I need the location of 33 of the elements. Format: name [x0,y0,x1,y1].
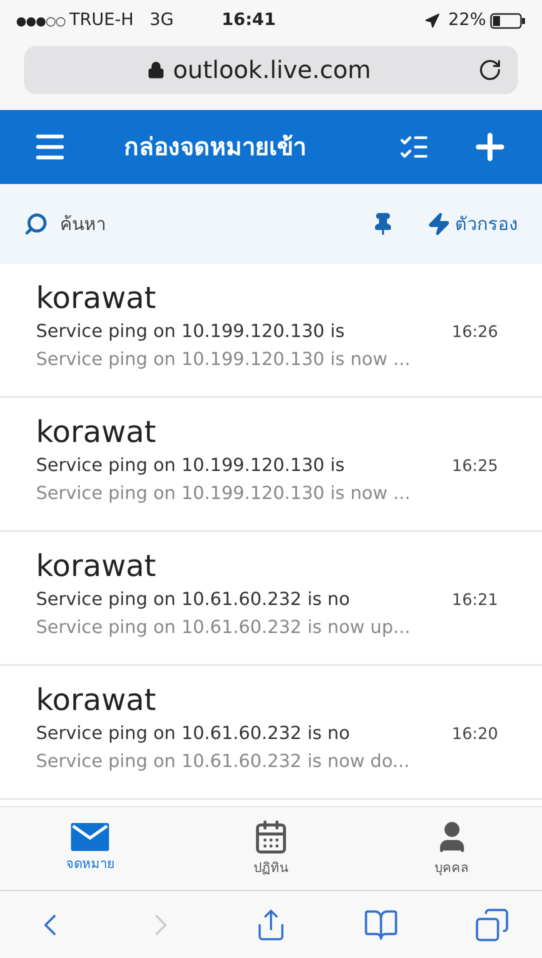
tab-item[interactable]: บุคคล [361,807,542,890]
message-subject: Service ping on 10.199.120.130 is [36,320,345,344]
message-subject: Service ping on 10.199.120.130 is [36,454,345,478]
sender-name: korawat [36,414,158,452]
message-time: 16:21 [452,589,498,611]
message-item[interactable]: korawat Service ping on 10.61.60.232 is no 16:20 Service ping on 10.61.60.232 is now do... [0,666,542,800]
message-item[interactable]: korawat Service ping on 10.199.120.130 is 16:26 Service ping on 10.199.120.130 is now ... [0,264,542,398]
battery-percent: 22% [448,9,486,32]
address-bar[interactable]: outlook.live.com [24,46,518,94]
network-type: 3G [150,9,174,32]
sender-name: korawat [36,548,158,586]
inbox-title: กล่องจดหมายเข้า [124,132,306,163]
message-preview: Service ping on 10.199.120.130 is now ... [36,482,412,506]
message-item[interactable]: korawat Service ping on 10.199.120.130 is 16:25 Service ping on 10.199.120.130 is now ... [0,398,542,532]
signal-strength: ●●●○○ [16,13,66,30]
carrier-name: TRUE-H [69,9,134,32]
message-item[interactable]: korawat Service ping on 10.61.60.232 is no 16:21 Service ping on 10.61.60.232 is now up... [0,532,542,666]
filter-button[interactable]: ตัวกรอง [455,210,518,238]
message-subject: Service ping on 10.61.60.232 is no [36,722,350,746]
sender-name: korawat [36,280,158,318]
tab-item[interactable]: จดหมาย [0,807,181,890]
url-text: outlook.live.com [172,55,372,86]
tab-item[interactable]: ปฏิทิน [180,807,362,890]
clock: 16:41 [222,9,276,32]
sender-name: korawat [36,682,158,720]
message-preview: Service ping on 10.61.60.232 is now do... [36,750,411,774]
message-preview: Service ping on 10.61.60.232 is now up... [36,616,412,640]
search-label[interactable]: ค้นหา [60,210,106,238]
message-time: 16:20 [452,723,498,745]
message-preview: Service ping on 10.199.120.130 is now ... [36,348,412,372]
message-time: 16:25 [452,455,498,477]
message-subject: Service ping on 10.61.60.232 is no [36,588,350,612]
message-time: 16:26 [452,321,498,343]
